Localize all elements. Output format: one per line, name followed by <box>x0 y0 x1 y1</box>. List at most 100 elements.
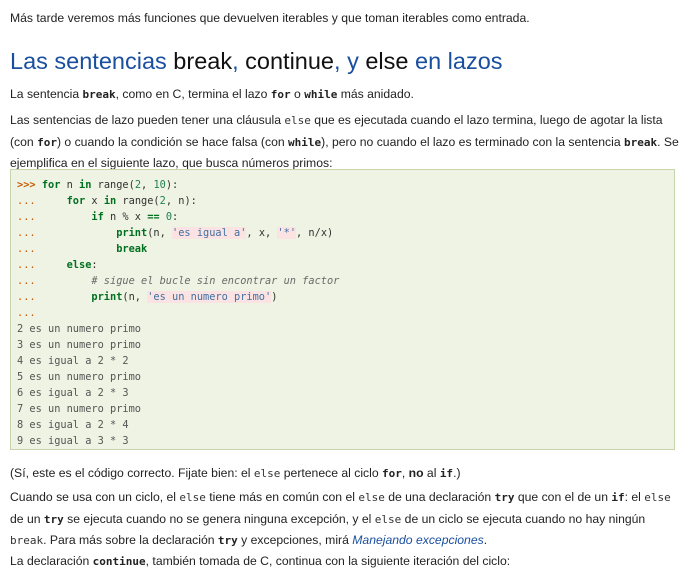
number: 10 <box>153 179 166 191</box>
prompt: ... <box>17 227 117 239</box>
inline-code: break <box>10 534 44 547</box>
emphasis: no <box>408 466 424 480</box>
inline-code: for <box>382 467 402 480</box>
keyword: for <box>66 195 86 207</box>
text: más anidado. <box>337 87 414 101</box>
code-line: ... if n % x == 0: <box>17 211 178 223</box>
prompt: ... <box>17 195 67 207</box>
heading-part3: , y <box>334 48 366 74</box>
inline-code: else <box>253 467 281 480</box>
text: ), pero no cuando el lazo es terminado c… <box>321 134 624 149</box>
heading-continue-keyword: continue <box>245 48 335 74</box>
prompt: ... <box>17 211 92 223</box>
text: de una declaración <box>384 490 495 504</box>
string: 'es igual a' <box>172 227 247 239</box>
inline-code: try <box>494 491 515 504</box>
prompt: ... <box>17 275 92 287</box>
code-text: x <box>85 195 104 207</box>
code-text: : <box>91 259 98 271</box>
keyword: else <box>66 259 92 271</box>
inline-code: for <box>270 88 291 101</box>
code-line: ... else: <box>17 259 98 271</box>
output-line: 3 es un numero primo <box>17 339 141 351</box>
heading-part1: Las sentencias <box>10 48 174 74</box>
prompt: ... <box>17 307 36 319</box>
inline-code: continue <box>92 555 146 568</box>
text: Las sentencias de lazo pueden tener una … <box>10 113 285 127</box>
inline-code: try <box>217 534 238 547</box>
code-text: n <box>60 179 80 191</box>
inline-code: while <box>288 135 322 149</box>
prompt: ... <box>17 243 117 255</box>
text: La sentencia <box>10 87 83 101</box>
operator: == <box>147 211 160 223</box>
text: Cuando se usa con un ciclo, el <box>10 490 180 504</box>
code-text: (n, <box>122 291 148 303</box>
code-line: ... print(n, 'es un numero primo') <box>17 291 277 303</box>
heading-part4: en lazos <box>408 48 503 74</box>
code-text: n % x <box>103 211 148 223</box>
keyword: in <box>79 179 92 191</box>
text: o <box>290 87 305 101</box>
keyword: print <box>116 227 148 239</box>
code-text: : <box>172 211 179 223</box>
note-paragraph: (Sí, este es el código correcto. Fijate … <box>10 462 461 485</box>
keyword: break <box>116 243 148 255</box>
loop-else-paragraph: Las sentencias de lazo pueden tener una … <box>10 110 679 175</box>
code-text: , <box>141 179 154 191</box>
keyword: if <box>91 211 104 223</box>
inline-code: else <box>644 491 671 504</box>
prompt: >>> <box>17 179 42 191</box>
inline-code: else <box>284 114 311 127</box>
inline-code: if <box>611 491 625 504</box>
exceptions-link[interactable]: Manejando excepciones <box>352 533 483 547</box>
text: se ejecuta cuando no se genera ninguna e… <box>63 511 375 526</box>
text: . Para más sobre la declaración <box>43 533 218 547</box>
output-line: 6 es igual a 2 * 3 <box>17 387 129 399</box>
keyword: for <box>41 179 61 191</box>
text: (Sí, este es el código correcto. Fijate … <box>10 466 254 480</box>
code-text: ): <box>165 179 179 191</box>
string: 'es un numero primo' <box>147 291 272 303</box>
keyword: print <box>91 291 123 303</box>
text: , <box>401 466 409 480</box>
string: '*' <box>277 227 297 239</box>
code-line: ... break <box>17 243 147 255</box>
output-line: 7 es un numero primo <box>17 403 141 415</box>
try-else-paragraph: Cuando se usa con un ciclo, el else tien… <box>10 487 679 552</box>
text: : el <box>624 490 645 504</box>
text: de un <box>10 511 44 526</box>
code-text: ) <box>271 291 278 303</box>
code-line: >>> for n in range(2, 10): <box>17 179 178 191</box>
section-heading: Las sentencias break, continue, y else e… <box>10 46 503 76</box>
code-line: ... # sigue el bucle sin encontrar un fa… <box>17 275 339 287</box>
inline-code: else <box>374 512 402 526</box>
code-text: range( <box>116 195 160 207</box>
inline-code: break <box>623 135 658 149</box>
inline-code: else <box>179 491 206 504</box>
inline-code: break <box>82 88 116 101</box>
inline-code: else <box>358 491 385 504</box>
output-line: 4 es igual a 2 * 2 <box>17 355 129 367</box>
text: .) <box>453 466 461 480</box>
text: , también tomada de C, continua con la s… <box>145 554 511 568</box>
code-text: , n): <box>165 195 197 207</box>
prompt: ... <box>17 291 92 303</box>
text: , como en C, termina el lazo <box>115 87 271 101</box>
text: de un ciclo se ejecuta cuando no hay nin… <box>401 511 646 526</box>
code-text: , n/x) <box>296 227 334 239</box>
code-text: , x, <box>246 227 278 239</box>
code-text: (n, <box>147 227 173 239</box>
inline-code: for <box>37 135 57 149</box>
code-line: ... print(n, 'es igual a', x, '*', n/x) <box>17 227 333 239</box>
comment: # sigue el bucle sin encontrar un factor <box>91 275 340 287</box>
intro-paragraph: Más tarde veremos más funciones que devu… <box>10 11 530 25</box>
text: tiene más en común con el <box>205 490 359 504</box>
code-block: >>> for n in range(2, 10): ... for x in … <box>10 169 675 450</box>
text: . <box>483 533 488 547</box>
code-text: range( <box>91 179 135 191</box>
text: al <box>423 466 440 480</box>
keyword: in <box>103 195 117 207</box>
heading-break-keyword: break <box>173 48 233 74</box>
inline-code: if <box>439 467 454 480</box>
